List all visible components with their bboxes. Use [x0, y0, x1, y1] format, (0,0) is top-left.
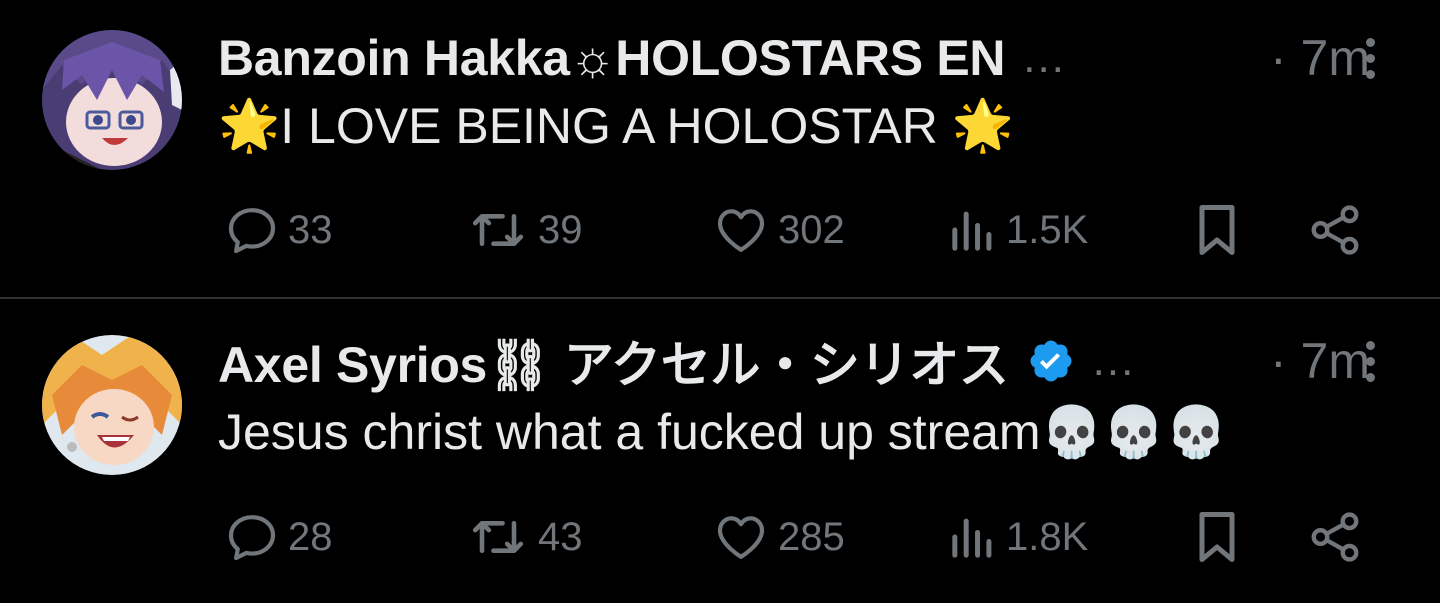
share-button[interactable] — [1306, 195, 1364, 265]
like-icon — [717, 209, 765, 252]
repost-icon — [472, 214, 524, 246]
display-name[interactable]: Banzoin Hakka☼HOLOSTARS EN — [218, 29, 1006, 87]
star-emoji: 🌟 — [218, 97, 281, 153]
views-count: 1.8K — [1006, 514, 1089, 559]
more-icon[interactable] — [1352, 28, 1388, 88]
share-icon — [1311, 205, 1359, 255]
bookmark-icon — [1199, 512, 1235, 562]
tweet[interactable]: Axel Syrios⛓ アクセル・シリオス ... · 7m Jesus ch… — [0, 300, 1440, 603]
tweet-text: Jesus christ what a fucked up stream💀💀💀 — [218, 403, 1227, 462]
like-count: 285 — [778, 514, 845, 559]
avatar[interactable] — [42, 30, 182, 170]
divider — [0, 297, 1440, 299]
reply-icon — [228, 515, 276, 561]
tweet-text-body: I LOVE BEING A HOLOSTAR — [280, 97, 938, 154]
repost-count: 39 — [538, 207, 583, 252]
star-emoji: 🌟 — [951, 97, 1015, 153]
tweet[interactable]: Banzoin Hakka☼HOLOSTARS EN ... · 7m 🌟 I … — [0, 0, 1440, 298]
display-name[interactable]: Axel Syrios⛓ アクセル・シリオス — [218, 325, 1009, 397]
like-icon — [717, 516, 765, 559]
like-count: 302 — [778, 207, 845, 252]
name-ellipsis: ... — [1023, 33, 1066, 82]
avatar-image — [42, 30, 182, 170]
bookmark-button[interactable] — [1192, 195, 1242, 265]
avatar-image — [42, 335, 182, 475]
more-icon[interactable] — [1352, 331, 1388, 391]
name-ellipsis: ... — [1092, 336, 1136, 385]
action-bar: 28 43 285 1.8K — [0, 502, 1440, 572]
reply-count: 28 — [288, 514, 333, 559]
tweet-text-body: Jesus christ what a fucked up stream💀💀💀 — [218, 404, 1228, 460]
avatar[interactable] — [42, 335, 182, 475]
tweet-text: 🌟 I LOVE BEING A HOLOSTAR 🌟 — [218, 96, 1014, 155]
repost-button[interactable]: 43 — [466, 502, 583, 572]
share-button[interactable] — [1306, 502, 1364, 572]
reply-button[interactable]: 33 — [224, 195, 333, 265]
repost-button[interactable]: 39 — [466, 195, 583, 265]
views-icon — [952, 518, 992, 558]
views-count: 1.5K — [1006, 207, 1089, 252]
reply-count: 33 — [288, 207, 333, 252]
views-button[interactable]: 1.5K — [948, 195, 1088, 265]
tweet-header: Axel Syrios⛓ アクセル・シリオス ... · 7m — [218, 331, 1370, 393]
views-button[interactable]: 1.8K — [948, 502, 1088, 572]
verified-badge-icon[interactable] — [1027, 337, 1075, 385]
like-button[interactable]: 302 — [712, 195, 845, 265]
bookmark-button[interactable] — [1192, 502, 1242, 572]
repost-icon — [472, 520, 524, 553]
views-icon — [952, 211, 992, 251]
bookmark-icon — [1199, 205, 1235, 255]
like-button[interactable]: 285 — [712, 502, 845, 572]
tweet-header: Banzoin Hakka☼HOLOSTARS EN ... · 7m — [218, 28, 1370, 88]
action-bar: 33 39 302 1.5K — [0, 195, 1440, 265]
reply-button[interactable]: 28 — [224, 502, 333, 572]
share-icon — [1311, 512, 1359, 562]
repost-count: 43 — [538, 514, 583, 559]
reply-icon — [228, 208, 276, 254]
